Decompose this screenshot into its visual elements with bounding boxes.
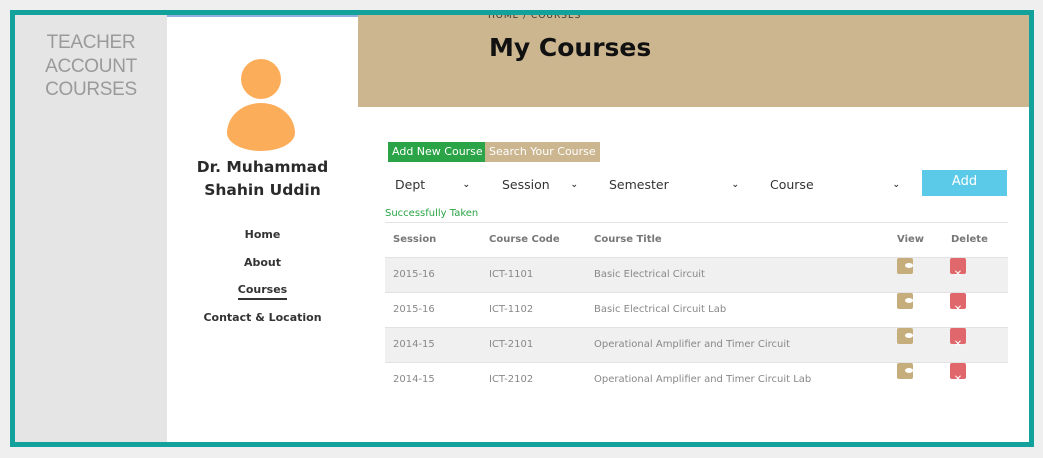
- cell-course-code: ICT-2102: [489, 374, 534, 385]
- rail-line-courses: COURSES: [45, 79, 137, 100]
- dept-select[interactable]: Dept ⌄: [395, 173, 470, 197]
- header-session: Session: [393, 234, 437, 245]
- cell-course-code: ICT-2101: [489, 339, 534, 350]
- teacher-name-line1: Dr. Muhammad: [196, 158, 329, 176]
- nav-contact-location[interactable]: Contact & Location: [167, 310, 358, 338]
- session-select[interactable]: Session ⌄: [502, 173, 578, 197]
- page-banner: HOME / COURSES My Courses: [358, 15, 1029, 107]
- course-select[interactable]: Course ⌄: [770, 173, 900, 197]
- teacher-name-line2: Shahin Uddin: [204, 181, 321, 199]
- rail-line-teacher: TEACHER: [46, 32, 136, 53]
- avatar-head: [241, 59, 281, 99]
- header-course-title: Course Title: [594, 234, 662, 245]
- teacher-name: Dr. Muhammad Shahin Uddin: [167, 156, 358, 202]
- nav-home[interactable]: Home: [167, 227, 358, 255]
- cell-session: 2014-15: [393, 374, 435, 385]
- page-title: My Courses: [489, 33, 652, 62]
- semester-select-label: Semester: [609, 177, 669, 192]
- table-row: 2015-16 ICT-1102 Basic Electrical Circui…: [385, 292, 1008, 327]
- cell-course-code: ICT-1102: [489, 304, 534, 315]
- rail-line-account: ACCOUNT: [45, 55, 137, 77]
- chevron-down-icon: ⌄: [731, 180, 739, 190]
- view-icon[interactable]: [897, 363, 913, 379]
- nav-courses[interactable]: Courses: [167, 282, 358, 310]
- nav-courses-label: Courses: [237, 283, 288, 300]
- chevron-down-icon: ⌄: [570, 180, 578, 190]
- cell-course-title: Basic Electrical Circuit: [594, 269, 705, 280]
- nav-home-label: Home: [244, 228, 281, 241]
- add-new-course-button[interactable]: Add New Course: [388, 142, 487, 162]
- view-icon[interactable]: [897, 293, 913, 309]
- view-icon[interactable]: [897, 258, 913, 274]
- chevron-down-icon: ⌄: [462, 180, 470, 190]
- dept-select-label: Dept: [395, 177, 426, 192]
- add-button[interactable]: Add: [922, 170, 1007, 196]
- header-view: View: [897, 234, 925, 245]
- view-icon[interactable]: [897, 328, 913, 344]
- app-frame: TEACHER ACCOUNT COURSES Dr. Muhammad Sha…: [10, 10, 1034, 447]
- cell-course-code: ICT-1101: [489, 269, 534, 280]
- delete-icon[interactable]: ✕: [950, 328, 966, 350]
- semester-select[interactable]: Semester ⌄: [609, 173, 739, 197]
- courses-table: Session Course Code Course Title View De…: [385, 222, 1008, 397]
- left-rail: TEACHER ACCOUNT COURSES: [15, 15, 167, 442]
- nav-contact-label: Contact & Location: [203, 310, 322, 324]
- breadcrumb[interactable]: HOME / COURSES: [488, 15, 581, 21]
- table-row: 2015-16 ICT-1101 Basic Electrical Circui…: [385, 257, 1008, 292]
- header-course-code: Course Code: [489, 234, 560, 245]
- profile-nav: Home About Courses Contact & Location: [167, 227, 358, 337]
- profile-sidebar: Dr. Muhammad Shahin Uddin Home About Cou…: [167, 15, 358, 442]
- cell-session: 2015-16: [393, 304, 435, 315]
- table-row: 2014-15 ICT-2101 Operational Amplifier a…: [385, 327, 1008, 362]
- divider: [167, 15, 358, 17]
- course-select-label: Course: [770, 177, 814, 192]
- cell-course-title: Operational Amplifier and Timer Circuit: [594, 339, 791, 350]
- avatar-body: [227, 103, 295, 151]
- header-delete: Delete: [951, 234, 988, 245]
- cell-course-title: Operational Amplifier and Timer Circuit …: [594, 374, 812, 385]
- cell-course-title: Basic Electrical Circuit Lab: [594, 304, 727, 315]
- main-content: HOME / COURSES My Courses Add New Course…: [358, 15, 1029, 442]
- nav-about-label: About: [243, 255, 282, 269]
- avatar-icon: [227, 59, 295, 151]
- search-course-button[interactable]: Search Your Course: [485, 142, 600, 162]
- status-message: Successfully Taken: [385, 208, 479, 219]
- delete-icon[interactable]: ✕: [950, 363, 966, 385]
- cell-session: 2015-16: [393, 269, 435, 280]
- table-row: 2014-15 ICT-2102 Operational Amplifier a…: [385, 362, 1008, 397]
- delete-icon[interactable]: ✕: [950, 258, 966, 280]
- table-header: Session Course Code Course Title View De…: [385, 223, 1008, 257]
- nav-about[interactable]: About: [167, 255, 358, 283]
- delete-icon[interactable]: ✕: [950, 293, 966, 315]
- session-select-label: Session: [502, 177, 550, 192]
- cell-session: 2014-15: [393, 339, 435, 350]
- chevron-down-icon: ⌄: [892, 180, 900, 190]
